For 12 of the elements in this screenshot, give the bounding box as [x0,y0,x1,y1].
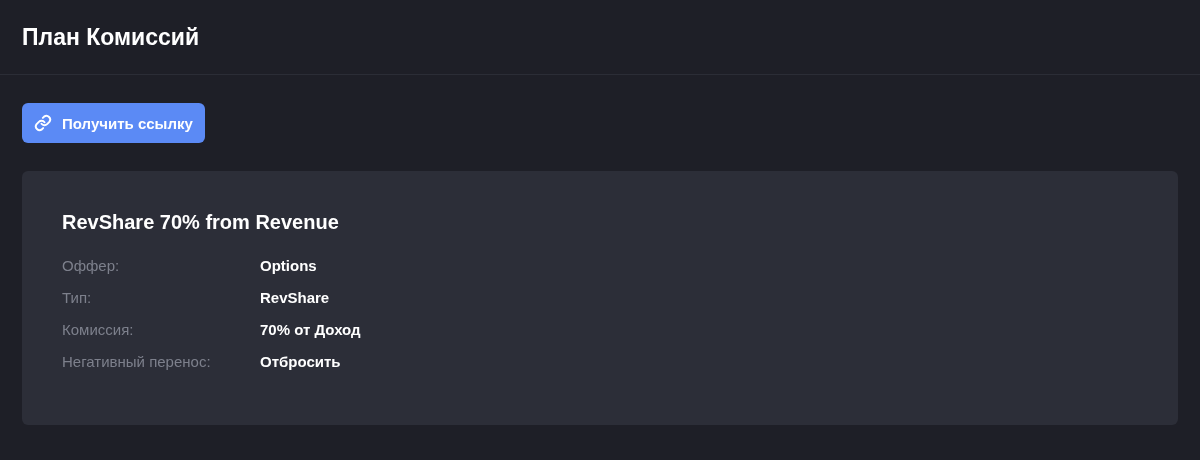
field-value: RevShare [260,288,331,308]
field-label: Негативный перенос: [62,352,212,372]
field-label: Оффер: [62,256,121,276]
link-icon [34,114,52,132]
get-link-button[interactable]: Получить ссылку [22,103,205,143]
field-label: Тип: [62,288,93,308]
field-value: Options [260,256,318,276]
field-value: 70% от Доход [260,320,362,340]
page-title: План Комиссий [22,23,199,51]
plan-title: RevShare 70% from Revenue [62,211,340,234]
field-label: Комиссия: [62,320,135,340]
field-value: Отбросить [260,352,342,372]
